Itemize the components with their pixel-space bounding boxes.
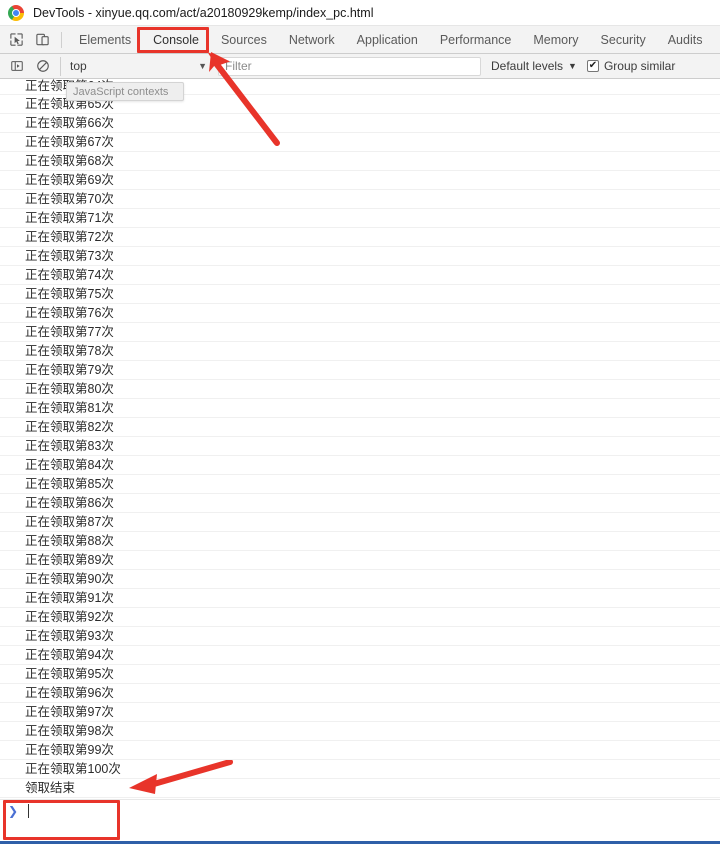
console-message-row: 正在领取第92次 — [0, 608, 720, 627]
tab-application[interactable]: Application — [346, 26, 429, 54]
toggle-device-toolbar-icon[interactable] — [30, 27, 56, 53]
console-message-row: 正在领取第78次 — [0, 342, 720, 361]
console-message-row: 正在领取第94次 — [0, 646, 720, 665]
console-message-row: 正在领取第82次 — [0, 418, 720, 437]
title-bar: DevTools - xinyue.qq.com/act/a20180929ke… — [0, 0, 720, 26]
tab-security[interactable]: Security — [590, 26, 657, 54]
console-message-row: 正在领取第71次 — [0, 209, 720, 228]
devtools-window: DevTools - xinyue.qq.com/act/a20180929ke… — [0, 0, 720, 844]
toolbar-divider — [61, 31, 62, 48]
console-message-row: 正在领取第93次 — [0, 627, 720, 646]
chevron-down-icon: ▼ — [198, 61, 207, 71]
console-message-row: 正在领取第84次 — [0, 456, 720, 475]
console-message-row: 正在领取第66次 — [0, 114, 720, 133]
tab-audits[interactable]: Audits — [657, 26, 714, 54]
console-message-row: 正在领取第75次 — [0, 285, 720, 304]
console-message-row: 正在领取第76次 — [0, 304, 720, 323]
console-message-row: 正在领取第95次 — [0, 665, 720, 684]
console-message-row: 正在领取第80次 — [0, 380, 720, 399]
tab-memory[interactable]: Memory — [522, 26, 589, 54]
console-message-row: 正在领取第79次 — [0, 361, 720, 380]
tab-sources[interactable]: Sources — [210, 26, 278, 54]
prompt-chevron-icon: ❯ — [8, 804, 19, 818]
console-message-row: 正在领取第89次 — [0, 551, 720, 570]
tab-overflow[interactable]: A — [713, 26, 720, 54]
console-message-row: 正在领取第91次 — [0, 589, 720, 608]
console-message-row: 正在领取第72次 — [0, 228, 720, 247]
prompt-text-caret — [28, 804, 30, 818]
console-message-row: 正在领取第100次 — [0, 760, 720, 779]
console-message-list[interactable]: 正在领取第64次正在领取第65次正在领取第66次正在领取第67次正在领取第68次… — [0, 79, 720, 799]
console-message-row: 正在领取第68次 — [0, 152, 720, 171]
tab-elements[interactable]: Elements — [68, 26, 142, 54]
javascript-contexts-tooltip: JavaScript contexts — [66, 82, 184, 101]
filter-input[interactable] — [219, 57, 480, 75]
console-message-row: 正在领取第98次 — [0, 722, 720, 741]
console-message-row: 正在领取第86次 — [0, 494, 720, 513]
group-similar-toggle[interactable]: ✔ Group similar — [586, 59, 676, 73]
console-message-row: 正在领取第74次 — [0, 266, 720, 285]
console-message-row: 领取结束 — [0, 779, 720, 798]
log-levels-label: Default levels — [491, 59, 564, 73]
console-message-row: 正在领取第67次 — [0, 133, 720, 152]
inspect-element-icon[interactable] — [4, 27, 30, 53]
clear-console-icon[interactable] — [30, 53, 56, 79]
filter-field-wrapper[interactable] — [218, 56, 481, 76]
chrome-logo-icon — [8, 4, 24, 21]
log-levels-dropdown[interactable]: Default levels ▼ — [491, 59, 577, 73]
console-message-row: 正在领取第85次 — [0, 475, 720, 494]
tab-network[interactable]: Network — [278, 26, 346, 54]
tab-list: Elements Console Sources Network Applica… — [68, 26, 720, 54]
console-message-row: 正在领取第69次 — [0, 171, 720, 190]
console-message-row: 正在领取第81次 — [0, 399, 720, 418]
group-similar-label: Group similar — [603, 59, 676, 73]
chevron-down-icon: ▼ — [568, 61, 577, 71]
console-message-row: 正在领取第97次 — [0, 703, 720, 722]
group-similar-checkbox[interactable]: ✔ — [586, 60, 599, 72]
console-toolbar: top ▼ Default levels ▼ ✔ Group similar — [0, 54, 720, 79]
console-message-row: 正在领取第77次 — [0, 323, 720, 342]
console-message-row: 正在领取第90次 — [0, 570, 720, 589]
tab-performance[interactable]: Performance — [429, 26, 523, 54]
console-message-row: 正在领取第87次 — [0, 513, 720, 532]
console-message-row: 正在领取第73次 — [0, 247, 720, 266]
tab-console[interactable]: Console — [142, 26, 210, 54]
show-console-sidebar-icon[interactable] — [4, 53, 30, 79]
execution-context-selector[interactable]: top ▼ — [60, 56, 215, 76]
devtools-tab-strip: Elements Console Sources Network Applica… — [0, 26, 720, 54]
window-title: DevTools - xinyue.qq.com/act/a20180929ke… — [33, 5, 374, 20]
console-message-row: 正在领取第99次 — [0, 741, 720, 760]
console-message-row: 正在领取第83次 — [0, 437, 720, 456]
console-message-row: 正在领取第70次 — [0, 190, 720, 209]
console-prompt[interactable]: ❯ — [0, 799, 720, 840]
execution-context-value: top — [70, 59, 87, 73]
console-message-row: 正在领取第88次 — [0, 532, 720, 551]
console-message-row: 正在领取第96次 — [0, 684, 720, 703]
